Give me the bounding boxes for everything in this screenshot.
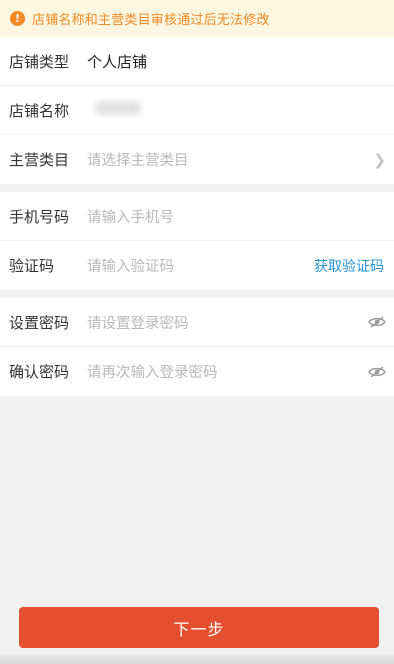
confirm-password-input[interactable]: 请再次输入登录密码 — [87, 361, 368, 382]
shop-name-value[interactable] — [87, 101, 384, 119]
password-group: 设置密码 请设置登录密码 确认密码 请再次输入登录密码 — [0, 298, 394, 396]
code-row[interactable]: 验证码 请输入验证码 获取验证码 — [0, 241, 394, 290]
shop-type-label: 店铺类型 — [9, 52, 70, 71]
confirm-password-row[interactable]: 确认密码 请再次输入登录密码 — [0, 347, 394, 396]
notice-text: 店铺名称和主营类目审核通过后无法修改 — [32, 13, 270, 28]
shop-name-row[interactable]: 店铺名称 — [0, 86, 394, 135]
category-select[interactable]: 请选择主营类目 — [87, 149, 373, 170]
mobile-label: 手机号码 — [9, 207, 70, 226]
shop-type-value: 个人店铺 — [87, 52, 148, 71]
code-label: 验证码 — [9, 257, 55, 275]
shop-name-label: 店铺名称 — [9, 101, 70, 120]
bottom-bar — [0, 654, 394, 664]
category-label: 主营类目 — [9, 151, 70, 169]
warning-icon: ! — [10, 11, 25, 26]
set-password-input[interactable]: 请设置登录密码 — [87, 312, 368, 333]
mobile-row[interactable]: 手机号码 请输入手机号 — [0, 192, 394, 241]
code-input[interactable]: 请输入验证码 — [87, 255, 314, 276]
section-divider — [0, 184, 394, 192]
set-password-label: 设置密码 — [9, 313, 70, 332]
confirm-password-label: 确认密码 — [9, 363, 70, 381]
shop-info-group: 店铺类型 个人店铺 店铺名称 主营类目 请选择主营类目 ❯ — [0, 37, 394, 184]
blurred-shop-name — [95, 101, 141, 115]
phone-group: 手机号码 请输入手机号 验证码 请输入验证码 获取验证码 — [0, 192, 394, 290]
shop-type-row: 店铺类型 个人店铺 — [0, 37, 394, 86]
next-step-button[interactable]: 下一步 — [19, 607, 379, 648]
eye-slash-icon[interactable] — [368, 316, 386, 328]
mobile-input[interactable]: 请输入手机号 — [87, 206, 384, 227]
eye-slash-icon[interactable] — [368, 365, 386, 378]
section-divider — [0, 290, 394, 298]
category-row[interactable]: 主营类目 请选择主营类目 ❯ — [0, 135, 394, 184]
get-code-button[interactable]: 获取验证码 — [314, 256, 384, 276]
chevron-right-icon[interactable]: ❯ — [373, 151, 386, 169]
set-password-row[interactable]: 设置密码 请设置登录密码 — [0, 298, 394, 347]
notice-banner: ! 店铺名称和主营类目审核通过后无法修改 — [0, 0, 394, 37]
